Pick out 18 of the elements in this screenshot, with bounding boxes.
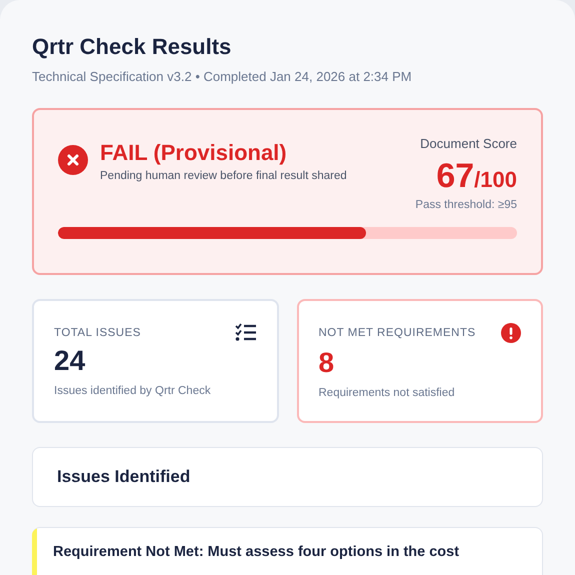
stat-label: NOT MET REQUIREMENTS xyxy=(318,327,476,339)
stat-value: 24 xyxy=(54,345,86,377)
page-title: Qrtr Check Results xyxy=(32,34,232,60)
result-note: Pending human review before final result shared xyxy=(100,170,347,182)
score-label: Document Score xyxy=(420,136,517,151)
score-value: 67 xyxy=(436,157,474,196)
stat-caption: Requirements not satisfied xyxy=(318,387,456,399)
checklist-icon xyxy=(234,323,256,341)
pass-threshold: Pass threshold: ≥95 xyxy=(415,199,517,211)
section-heading: Issues Identified xyxy=(32,447,543,507)
result-title: FAIL (Provisional) xyxy=(100,140,288,166)
stat-caption: Issues identified by Qrtr Check xyxy=(54,385,212,397)
issue-title: Requirement Not Met: Must assess four options in the cost xyxy=(52,543,460,562)
page-subtitle: Technical Specification v3.2 • Completed Jan 24, 2026 at 2:34 PM xyxy=(32,69,413,84)
score-total: /100 xyxy=(474,167,517,193)
stat-label: TOTAL ISSUES xyxy=(54,327,141,339)
alert-icon xyxy=(501,323,521,343)
stat-value: 8 xyxy=(318,347,336,379)
